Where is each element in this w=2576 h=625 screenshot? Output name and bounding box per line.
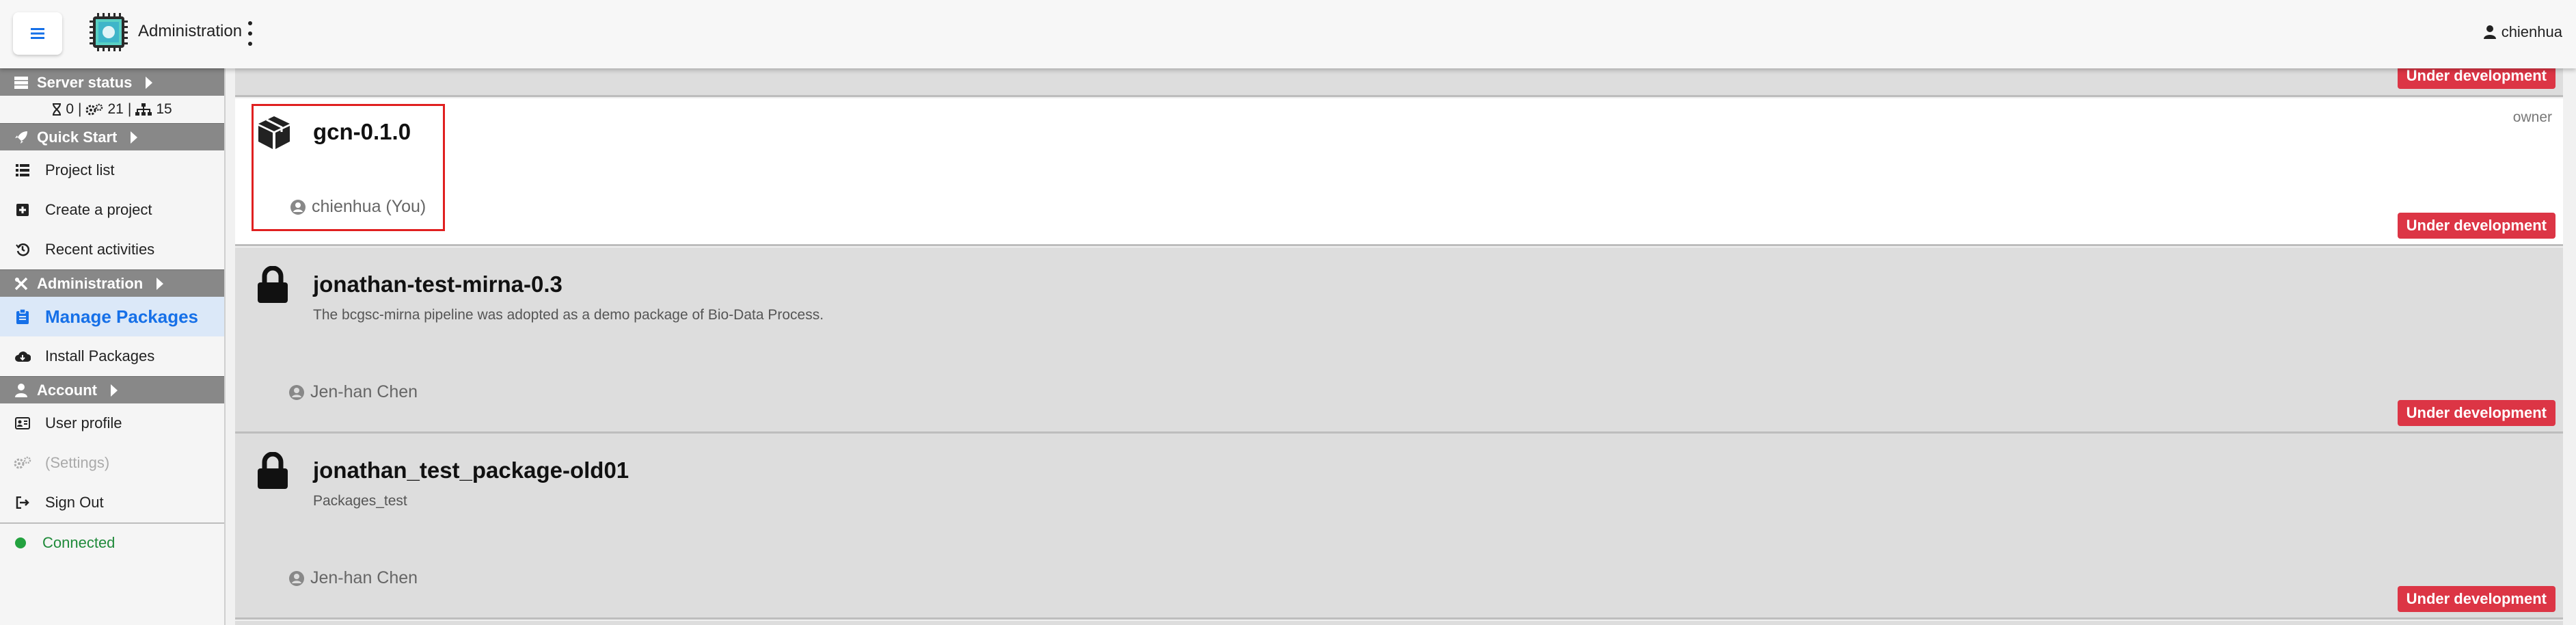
lock-icon: [258, 452, 288, 489]
server-status-label: Server status: [37, 73, 133, 91]
gears-icon: [14, 456, 31, 470]
status-separator: |: [127, 101, 132, 117]
status-badge: Under development: [2397, 586, 2555, 612]
caret-right-icon: [157, 277, 164, 290]
package-card[interactable]: jonathan-test-mirna-0.3 The bcgsc-mirna …: [235, 248, 2563, 434]
sidebar-item-label: Create a project: [45, 201, 152, 218]
gears-count: 21: [107, 101, 124, 117]
status-dot-icon: [15, 537, 26, 548]
user-menu[interactable]: chienhua: [2483, 23, 2562, 41]
server-status-summary: 0 | 21 | 15: [0, 96, 224, 123]
package-card-partial[interactable]: Under development: [235, 68, 2563, 97]
sidebar-item-label: User profile: [45, 414, 122, 431]
sidebar-item-label: Project list: [45, 161, 115, 178]
sidebar-item-label: Recent activities: [45, 241, 155, 258]
package-author: Jen-han Chen: [288, 382, 418, 402]
sidebar-item-install-packages[interactable]: Install Packages: [0, 336, 224, 376]
status-separator: |: [78, 101, 82, 117]
sidebar-item-settings[interactable]: (Settings): [0, 443, 224, 483]
gears-icon: [85, 103, 103, 116]
plus-square-icon: [14, 204, 31, 216]
sidebar-item-label: Install Packages: [45, 347, 155, 364]
administration-header[interactable]: Administration: [0, 269, 224, 297]
hamburger-menu-button[interactable]: [13, 12, 62, 55]
tools-icon: [12, 277, 30, 291]
sitemap-icon: [135, 103, 152, 116]
user-icon: [12, 383, 30, 397]
top-bar: Administration chienhua: [0, 0, 2576, 68]
author-name: Jen-han Chen: [310, 382, 418, 401]
user-icon: [2483, 25, 2496, 39]
status-badge: Under development: [2397, 400, 2555, 426]
nodes-count: 15: [156, 101, 172, 117]
sidebar-item-label: Sign Out: [45, 494, 104, 511]
user-circle-icon: [289, 570, 304, 586]
server-status-header[interactable]: Server status: [0, 68, 224, 96]
server-icon: [12, 76, 30, 89]
sidebar-item-label: (Settings): [45, 454, 110, 471]
package-author: Jen-han Chen: [288, 568, 418, 588]
package-card[interactable]: jonathan_test_package-old01 Packages_tes…: [235, 434, 2563, 620]
lock-icon: [258, 266, 288, 303]
rocket-icon: [12, 131, 30, 144]
status-badge: Under development: [2397, 68, 2555, 89]
package-description: The bcgsc-mirna pipeline was adopted as …: [313, 307, 824, 323]
sidebar-item-recent-activities[interactable]: Recent activities: [0, 230, 224, 269]
caret-right-icon: [131, 131, 138, 144]
cloud-download-icon: [14, 350, 31, 362]
sign-out-icon: [14, 496, 31, 509]
caret-right-icon: [146, 76, 153, 89]
hourglass-icon: [53, 103, 62, 116]
app-logo-icon[interactable]: [89, 12, 128, 52]
connection-label: Connected: [42, 534, 116, 551]
package-name[interactable]: jonathan-test-mirna-0.3: [313, 271, 562, 297]
sidebar-item-label: Manage Packages: [45, 306, 199, 327]
package-description: Packages_test: [313, 493, 407, 509]
sidebar-item-create-project[interactable]: Create a project: [0, 190, 224, 230]
id-card-icon: [14, 417, 31, 429]
package-list: Under development gcn-0.1.0 chienhua (Yo…: [226, 68, 2576, 625]
author-name: Jen-han Chen: [310, 568, 418, 587]
selection-highlight: [252, 104, 445, 231]
hamburger-icon: [31, 28, 44, 39]
package-card[interactable]: gcn-0.1.0 chienhua (You) owner Under dev…: [235, 98, 2563, 246]
user-name: chienhua: [2501, 23, 2562, 40]
clipboard-icon: [14, 309, 31, 324]
more-options-button[interactable]: [246, 21, 254, 46]
sidebar-item-project-list[interactable]: Project list: [0, 150, 224, 190]
connection-status: Connected: [0, 524, 224, 562]
account-label: Account: [37, 381, 97, 399]
sidebar: Server status 0 | 21 | 15 Quick Start Pr…: [0, 68, 226, 625]
list-icon: [14, 164, 31, 176]
account-header[interactable]: Account: [0, 376, 224, 403]
hourglass-count: 0: [66, 101, 74, 117]
sidebar-item-manage-packages[interactable]: Manage Packages: [0, 297, 224, 336]
user-circle-icon: [289, 384, 304, 400]
package-name[interactable]: jonathan_test_package-old01: [313, 457, 629, 483]
sidebar-item-user-profile[interactable]: User profile: [0, 403, 224, 443]
package-card-partial[interactable]: [235, 621, 2563, 625]
administration-label: Administration: [37, 274, 144, 292]
sidebar-item-sign-out[interactable]: Sign Out: [0, 483, 224, 522]
history-icon: [14, 243, 31, 256]
app-title: Administration: [138, 22, 243, 40]
owner-label: owner: [2512, 109, 2552, 125]
status-badge: Under development: [2397, 213, 2555, 239]
caret-right-icon: [111, 384, 118, 397]
quick-start-header[interactable]: Quick Start: [0, 123, 224, 150]
quick-start-label: Quick Start: [37, 128, 118, 146]
